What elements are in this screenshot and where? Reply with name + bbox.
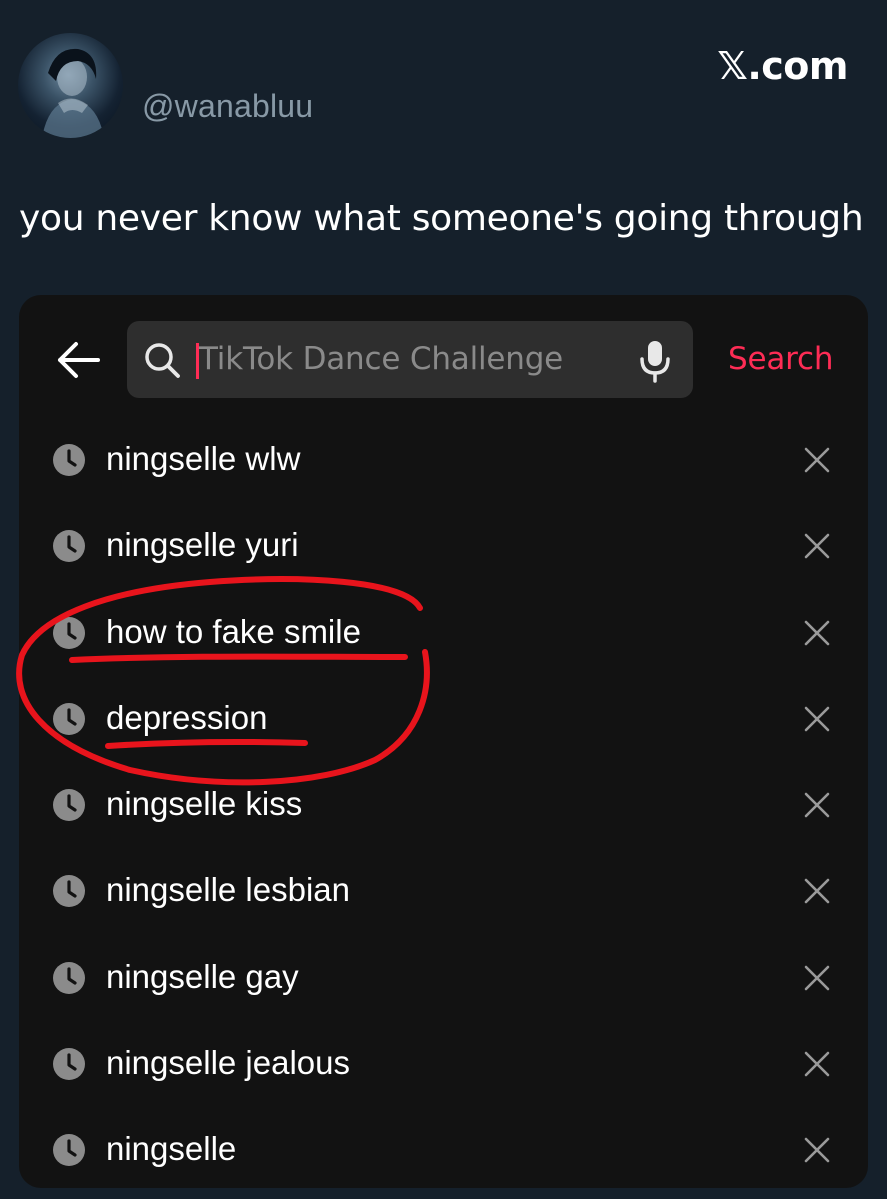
history-item[interactable]: ningselle bbox=[19, 1107, 868, 1188]
history-item-label: ningselle lesbian bbox=[106, 871, 351, 909]
history-item-label: ningselle kiss bbox=[106, 785, 303, 823]
close-icon[interactable] bbox=[803, 964, 831, 992]
clock-icon bbox=[53, 789, 85, 822]
avatar[interactable] bbox=[18, 33, 123, 138]
close-icon[interactable] bbox=[803, 705, 831, 733]
history-item-label: ningselle yuri bbox=[106, 526, 299, 564]
history-item-label: how to fake smile bbox=[106, 612, 361, 650]
history-item-label: ningselle jealous bbox=[106, 1044, 351, 1082]
close-icon[interactable] bbox=[803, 619, 831, 647]
history-item[interactable]: how to fake smile bbox=[19, 590, 868, 676]
history-item-label: depression bbox=[106, 698, 268, 736]
close-icon[interactable] bbox=[803, 791, 831, 819]
tiktok-search-screenshot: TikTok Dance Challenge Search ningselle … bbox=[19, 295, 868, 1188]
history-item-label: ningselle bbox=[106, 1130, 237, 1168]
close-icon[interactable] bbox=[803, 446, 831, 474]
history-item[interactable]: depression bbox=[19, 676, 868, 762]
close-icon[interactable] bbox=[803, 1136, 831, 1164]
history-item-label: ningselle gay bbox=[106, 957, 299, 995]
history-item-label: ningselle wlw bbox=[106, 440, 301, 477]
clock-icon bbox=[53, 875, 85, 908]
clock-icon bbox=[53, 530, 85, 563]
history-item[interactable]: ningselle wlw bbox=[19, 417, 868, 503]
close-icon[interactable] bbox=[803, 532, 831, 560]
user-handle[interactable]: @wanabluu bbox=[142, 88, 313, 125]
clock-icon bbox=[53, 702, 85, 735]
microphone-icon[interactable] bbox=[635, 339, 675, 383]
clock-icon bbox=[53, 1134, 85, 1167]
history-item[interactable]: ningselle jealous bbox=[19, 1021, 868, 1107]
x-logo-watermark: 𝕏.com bbox=[717, 44, 848, 88]
back-arrow-icon[interactable] bbox=[52, 335, 104, 385]
clock-icon bbox=[53, 616, 85, 649]
search-history-list: ningselle wlw ningselle yuri how to fake… bbox=[19, 417, 868, 1188]
clock-icon bbox=[53, 1048, 85, 1081]
history-item[interactable]: ningselle yuri bbox=[19, 503, 868, 589]
search-button[interactable]: Search bbox=[728, 341, 834, 377]
history-item[interactable]: ningselle lesbian bbox=[19, 848, 868, 934]
clock-icon bbox=[53, 961, 85, 994]
history-item[interactable]: ningselle gay bbox=[19, 935, 868, 1021]
tweet-text: you never know what someone's going thro… bbox=[19, 198, 864, 239]
close-icon[interactable] bbox=[803, 1050, 831, 1078]
search-icon bbox=[141, 339, 183, 381]
history-item[interactable]: ningselle kiss bbox=[19, 762, 868, 848]
search-input[interactable]: TikTok Dance Challenge bbox=[199, 341, 563, 377]
search-bar[interactable]: TikTok Dance Challenge bbox=[127, 321, 693, 398]
clock-icon bbox=[53, 444, 85, 476]
close-icon[interactable] bbox=[803, 877, 831, 905]
